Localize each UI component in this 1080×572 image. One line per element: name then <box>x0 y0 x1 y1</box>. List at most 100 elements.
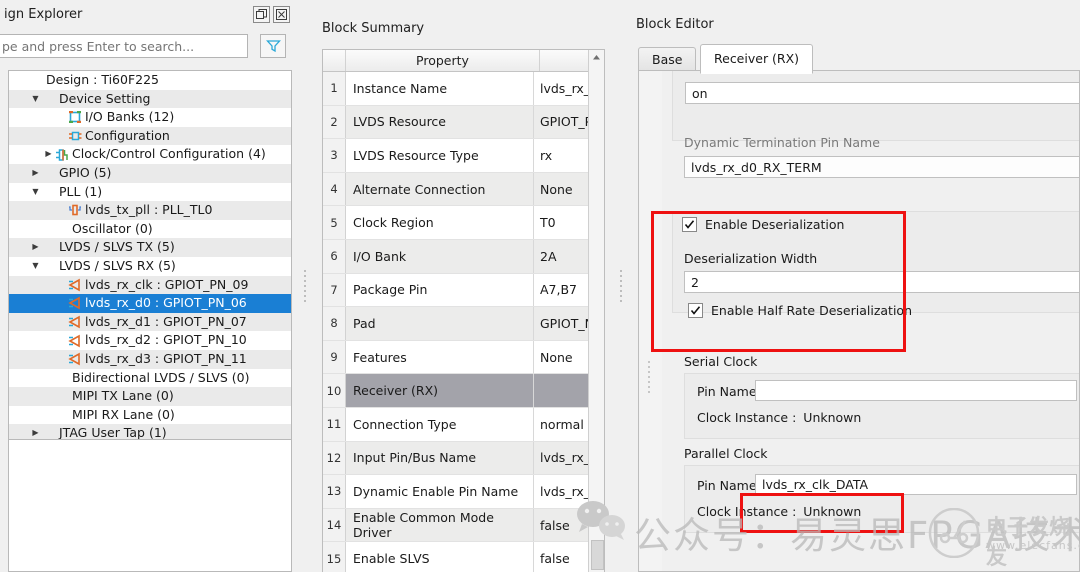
parallel-clock-pin-name-label: Pin Name <box>697 478 757 493</box>
tree-item-configuration[interactable]: Configuration <box>9 127 291 146</box>
table-row[interactable]: 7Package PinA7,B7 <box>323 274 604 308</box>
deserialization-width-field[interactable]: 2 <box>684 271 1080 293</box>
lvds-buffer-icon <box>68 278 82 292</box>
chevron-down-icon[interactable]: ▼ <box>30 257 41 276</box>
tab-base[interactable]: Base <box>638 47 696 72</box>
termination-value-field[interactable]: on <box>685 82 1080 104</box>
block-editor-title: Block Editor <box>636 17 714 32</box>
tree-item-lvds_tx_pll[interactable]: lvds_tx_pll : PLL_TL0 <box>9 201 291 220</box>
block-summary-table[interactable]: Property 1Instance Namelvds_rx_d02LVDS R… <box>322 49 605 572</box>
table-row[interactable]: 3LVDS Resource Typerx <box>323 139 604 173</box>
tree-item-lvds_rx_d0[interactable]: lvds_rx_d0 : GPIOT_PN_06 <box>9 294 291 313</box>
cell-property: Receiver (RX) <box>346 374 534 407</box>
enable-half-rate-deserialization-label: Enable Half Rate Deserialization <box>711 303 912 318</box>
tree-item-device[interactable]: ▼Device Setting <box>9 90 291 109</box>
scroll-up-button[interactable] <box>591 52 602 63</box>
table-row[interactable]: 14Enable Common Mode Driverfalse <box>323 509 604 543</box>
pll-icon <box>67 203 83 217</box>
application-window: ign Explorer <box>0 0 1080 572</box>
table-row[interactable]: 15Enable SLVSfalse <box>323 542 604 572</box>
search-row <box>0 34 296 60</box>
chevron-right-icon[interactable]: ▶ <box>30 424 41 440</box>
tree-item-label: lvds_rx_d1 : GPIOT_PN_07 <box>83 313 247 332</box>
table-row[interactable]: 5Clock RegionT0 <box>323 206 604 240</box>
tree-item-design[interactable]: Design : Ti60F225 <box>9 71 291 90</box>
enable-deserialization-checkbox[interactable] <box>682 217 697 232</box>
tree-item-label: Configuration <box>83 127 170 146</box>
row-index: 9 <box>323 341 346 374</box>
parallel-clock-pin-name-field[interactable]: lvds_rx_clk_DATA <box>755 474 1077 495</box>
tree-item-oscillator[interactable]: Oscillator (0) <box>9 220 291 239</box>
tree-item-pll[interactable]: ▼PLL (1) <box>9 183 291 202</box>
table-row[interactable]: 8PadGPIOT_N_06 <box>323 307 604 341</box>
block-summary-title: Block Summary <box>322 21 424 36</box>
parallel-clock-instance-value: Unknown <box>803 504 861 519</box>
table-row[interactable]: 4Alternate ConnectionNone <box>323 173 604 207</box>
row-index: 1 <box>323 72 346 105</box>
tree-item-lvds_rx_clk[interactable]: lvds_rx_clk : GPIOT_PN_09 <box>9 276 291 295</box>
close-panel-button[interactable] <box>273 6 290 23</box>
header-cell-index <box>323 50 346 71</box>
tree-item-label: Clock/Control Configuration (4) <box>70 145 266 164</box>
chevron-down-icon[interactable]: ▼ <box>30 183 41 202</box>
tree-item-label: lvds_rx_d0 : GPIOT_PN_06 <box>83 294 247 313</box>
filter-button[interactable] <box>260 34 286 58</box>
checkmark-icon <box>690 305 701 316</box>
table-row[interactable]: 1Instance Namelvds_rx_d0 <box>323 72 604 106</box>
dynamic-termination-pin-name-field[interactable]: lvds_rx_d0_RX_TERM <box>684 156 1080 178</box>
table-row[interactable]: 10Receiver (RX) <box>323 374 604 408</box>
chevron-right-icon[interactable]: ▶ <box>30 238 41 257</box>
cell-property: Connection Type <box>346 408 534 441</box>
enable-half-rate-row[interactable]: Enable Half Rate Deserialization <box>688 303 912 318</box>
tree-item-lvds[interactable]: ▶LVDS / SLVS TX (5) <box>9 238 291 257</box>
table-row[interactable]: 11Connection Typenormal <box>323 408 604 442</box>
chevron-down-icon[interactable]: ▼ <box>30 90 41 109</box>
tree-item-bidirectional[interactable]: Bidirectional LVDS / SLVS (0) <box>9 369 291 388</box>
tree-item-lvds_rx_d1[interactable]: lvds_rx_d1 : GPIOT_PN_07 <box>9 313 291 332</box>
cell-property: Alternate Connection <box>346 173 534 206</box>
checkmark-icon <box>684 219 695 230</box>
io-banks-icon <box>68 110 82 124</box>
enable-deserialization-row[interactable]: Enable Deserialization <box>682 217 844 232</box>
tree-item-lvds_rx_d2[interactable]: lvds_rx_d2 : GPIOT_PN_10 <box>9 331 291 350</box>
explorer-summary-splitter[interactable] <box>296 0 314 572</box>
tree-item-mipi[interactable]: MIPI TX Lane (0) <box>9 387 291 406</box>
table-vertical-scrollbar[interactable] <box>588 50 604 572</box>
tree-item-mipi[interactable]: MIPI RX Lane (0) <box>9 406 291 425</box>
enable-deserialization-label: Enable Deserialization <box>705 217 844 232</box>
summary-editor-splitter[interactable] <box>612 0 630 572</box>
tab-receiver-rx[interactable]: Receiver (RX) <box>700 44 813 74</box>
search-input[interactable] <box>0 34 248 58</box>
scrollbar-thumb[interactable] <box>591 540 604 570</box>
close-icon <box>276 9 287 20</box>
table-row[interactable]: 9FeaturesNone <box>323 341 604 375</box>
table-row[interactable]: 2LVDS ResourceGPIOT_PN_06 <box>323 106 604 140</box>
tree-item-clockcontrol[interactable]: ▶ Clock/Control Configuration (4) <box>9 145 291 164</box>
table-row[interactable]: 6I/O Bank2A <box>323 240 604 274</box>
io-banks-icon <box>67 110 83 124</box>
tree-item-lvds_rx_d3[interactable]: lvds_rx_d3 : GPIOT_PN_11 <box>9 350 291 369</box>
serial-clock-label: Serial Clock <box>684 354 757 369</box>
table-row[interactable]: 13Dynamic Enable Pin Namelvds_rx_d0 <box>323 475 604 509</box>
cell-property: LVDS Resource <box>346 106 534 139</box>
editor-inner-splitter[interactable] <box>639 71 662 572</box>
design-tree[interactable]: Design : Ti60F225▼Device SettingI/O Bank… <box>8 70 292 440</box>
float-panel-button[interactable] <box>253 6 270 23</box>
tree-item-label: lvds_rx_d3 : GPIOT_PN_11 <box>83 350 247 369</box>
chevron-right-icon[interactable]: ▶ <box>43 145 54 164</box>
lvds-buffer-icon <box>67 296 83 310</box>
parallel-clock-group: Pin Name lvds_rx_clk_DATA Clock Instance… <box>684 465 1080 533</box>
serial-clock-pin-name-field[interactable] <box>755 380 1077 401</box>
tree-item-gpio[interactable]: ▶GPIO (5) <box>9 164 291 183</box>
chevron-right-icon[interactable]: ▶ <box>30 164 41 183</box>
termination-group: on <box>672 71 1080 141</box>
enable-half-rate-deserialization-checkbox[interactable] <box>688 303 703 318</box>
tree-item-jtag[interactable]: ▶JTAG User Tap (1) <box>9 424 291 440</box>
splitter-grip <box>304 270 306 304</box>
row-index: 5 <box>323 206 346 239</box>
tree-item-lvds[interactable]: ▼LVDS / SLVS RX (5) <box>9 257 291 276</box>
pll-icon <box>68 203 82 217</box>
table-row[interactable]: 12Input Pin/Bus Namelvds_rx_d0 <box>323 442 604 476</box>
parallel-clock-instance-row: Clock Instance : Unknown <box>697 504 861 519</box>
tree-item-io[interactable]: I/O Banks (12) <box>9 108 291 127</box>
